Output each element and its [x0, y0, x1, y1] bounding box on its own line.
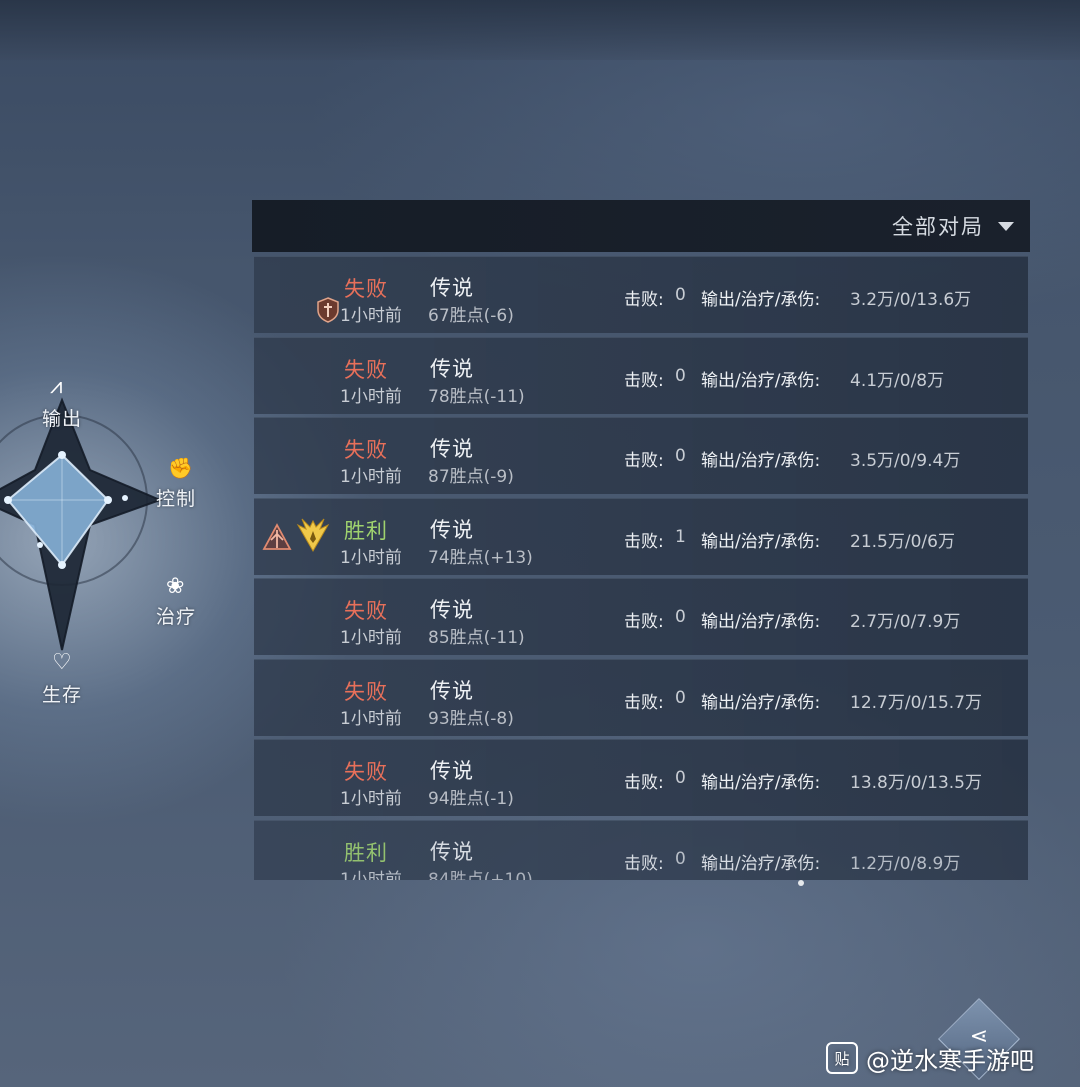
match-points: 78胜点(-11) — [428, 386, 525, 407]
match-result: 胜利 — [344, 840, 388, 865]
match-points: 94胜点(-1) — [428, 789, 514, 809]
match-row[interactable]: 失败 1小时前 传说 67胜点(-6) 击败: 0 输出/治疗/承伤: 3.2万… — [254, 256, 1028, 333]
kills-label: 击败: — [624, 692, 664, 713]
shield-icon — [317, 297, 339, 323]
stats-label: 输出/治疗/承伤: — [701, 612, 821, 632]
match-row[interactable]: 胜利 1小时前 传说 74胜点(+13) 击败: 1 输出/治疗/承伤: 21.… — [254, 497, 1028, 575]
watermark-text: @逆水寒手游吧 — [866, 1046, 1034, 1075]
match-result: 失败 — [344, 679, 388, 704]
match-points: 84胜点(+10) — [428, 869, 533, 881]
match-points: 93胜点(-8) — [428, 708, 514, 729]
kills-value: 0 — [675, 768, 686, 788]
kills-label: 击败: — [624, 853, 664, 874]
kills-value: 1 — [675, 526, 686, 547]
match-result: 失败 — [344, 438, 388, 462]
match-tier: 传说 — [430, 759, 474, 783]
stats-value: 2.7万/0/7.9万 — [850, 612, 961, 632]
radar-label-heal: 治疗 — [156, 606, 197, 628]
stats-value: 4.1万/0/8万 — [850, 370, 945, 391]
kills-value: 0 — [675, 446, 686, 466]
match-time: 1小时前 — [340, 386, 402, 407]
kills-label: 击败: — [624, 612, 664, 632]
match-result: 失败 — [344, 277, 388, 301]
match-time: 1小时前 — [340, 628, 402, 648]
kills-label: 击败: — [624, 451, 664, 471]
match-result: 胜利 — [344, 518, 388, 543]
stats-label: 输出/治疗/承伤: — [701, 692, 821, 713]
match-time: 1小时前 — [340, 547, 402, 568]
match-row[interactable]: 失败 1小时前 传说 85胜点(-11) 击败: 0 输出/治疗/承伤: 2.7… — [254, 578, 1028, 655]
stats-value: 12.7万/0/15.7万 — [850, 692, 982, 713]
panel-header: 全部对局 — [252, 200, 1030, 252]
top-decoration-band — [0, 0, 1080, 60]
match-row[interactable]: 失败 1小时前 传说 94胜点(-1) 击败: 0 输出/治疗/承伤: 13.8… — [254, 739, 1028, 816]
match-result: 失败 — [344, 599, 388, 623]
kills-value: 0 — [675, 687, 686, 708]
match-history-panel: 全部对局 失败 1小时前 传说 67胜点(-6) 击败: 0 输出/治疗/承伤:… — [252, 200, 1030, 880]
match-tier: 传说 — [430, 598, 474, 622]
match-row[interactable]: 失败 1小时前 传说 78胜点(-11) 击败: 0 输出/治疗/承伤: 4.1… — [254, 336, 1028, 414]
stats-label: 输出/治疗/承伤: — [701, 853, 821, 874]
match-row[interactable]: 失败 1小时前 传说 93胜点(-8) 击败: 0 输出/治疗/承伤: 12.7… — [254, 658, 1028, 736]
stats-label: 输出/治疗/承伤: — [701, 290, 821, 310]
stats-label: 输出/治疗/承伤: — [701, 531, 821, 552]
match-tier: 传说 — [430, 276, 474, 300]
radar-label-output: 输出 — [42, 408, 83, 430]
match-tier: 传说 — [430, 437, 474, 461]
match-time: 1小时前 — [340, 708, 402, 729]
kills-value: 0 — [675, 607, 686, 627]
match-points: 87胜点(-9) — [428, 467, 514, 487]
stats-label: 输出/治疗/承伤: — [701, 773, 821, 793]
match-time: 1小时前 — [340, 869, 402, 881]
filter-label: 全部对局 — [892, 215, 984, 239]
match-filter-dropdown[interactable]: 全部对局 — [892, 210, 1014, 242]
match-points: 67胜点(-6) — [428, 306, 514, 326]
stats-value: 3.5万/0/9.4万 — [850, 451, 961, 471]
stats-value: 13.8万/0/13.5万 — [850, 773, 982, 793]
stats-label: 输出/治疗/承伤: — [701, 370, 821, 391]
match-row[interactable]: 失败 1小时前 传说 87胜点(-9) 击败: 0 输出/治疗/承伤: 3.5万… — [254, 417, 1028, 494]
kills-value: 0 — [675, 848, 686, 869]
match-time: 1小时前 — [340, 306, 402, 326]
match-tier: 传说 — [430, 839, 474, 864]
radar-label-survive: 生存 — [42, 684, 83, 706]
playstyle-radar: ⩘ 输出 ✊ 控制 ❀ 治疗 ♡ 生存 — [0, 360, 230, 720]
watermark: 贴 @逆水寒手游吧 — [826, 1038, 1034, 1078]
radar-label-control: 控制 — [156, 488, 197, 510]
tieba-logo-icon: 贴 — [826, 1042, 858, 1074]
match-list[interactable]: 失败 1小时前 传说 67胜点(-6) 击败: 0 输出/治疗/承伤: 3.2万… — [254, 256, 1028, 880]
match-points: 74胜点(+13) — [428, 547, 533, 568]
heart-icon: ♡ — [52, 650, 72, 675]
stats-label: 输出/治疗/承伤: — [701, 451, 821, 471]
match-time: 1小时前 — [340, 789, 402, 809]
match-time: 1小时前 — [340, 467, 402, 487]
match-row[interactable]: 胜利 1小时前 传说 84胜点(+10) 击败: 0 输出/治疗/承伤: 1.2… — [254, 819, 1028, 881]
fist-icon: ✊ — [168, 456, 193, 480]
output-role-icon — [262, 522, 292, 550]
lotus-icon: ❀ — [166, 574, 185, 599]
stats-value: 21.5万/0/6万 — [850, 531, 955, 552]
kills-label: 击败: — [624, 773, 664, 793]
scroll-indicator-dot — [798, 880, 804, 886]
radar-star-shape — [0, 397, 163, 651]
stats-value: 3.2万/0/13.6万 — [850, 290, 972, 310]
match-result: 失败 — [344, 760, 388, 784]
kills-label: 击败: — [624, 370, 664, 391]
bow-icon: ⩘ — [50, 374, 63, 399]
match-tier: 传说 — [430, 517, 474, 542]
kills-value: 0 — [675, 285, 686, 305]
match-result: 失败 — [344, 357, 388, 382]
kills-label: 击败: — [624, 531, 664, 552]
match-tier: 传说 — [430, 678, 474, 703]
match-points: 85胜点(-11) — [428, 628, 525, 648]
match-tier: 传说 — [430, 356, 474, 381]
kills-label: 击败: — [624, 290, 664, 310]
kills-value: 0 — [675, 365, 686, 386]
mvp-wings-icon — [296, 518, 330, 552]
caret-down-icon — [998, 221, 1014, 231]
stats-value: 1.2万/0/8.9万 — [850, 853, 961, 874]
